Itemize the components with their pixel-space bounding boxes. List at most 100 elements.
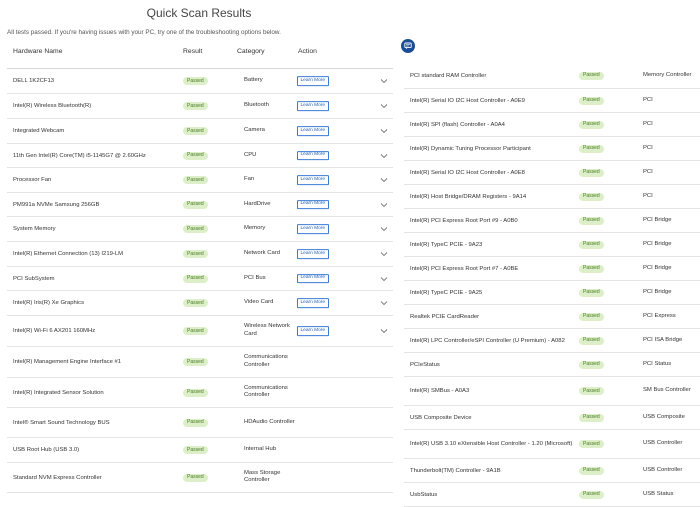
chevron-down-icon[interactable] xyxy=(380,226,388,232)
page-subtitle: All tests passed. If you're having issue… xyxy=(7,29,281,36)
table-row: Intel(R) SMBus - A0A3 Passed SM Bus Contro… xyxy=(404,377,700,406)
learn-more-button[interactable]: Learn More xyxy=(297,76,329,86)
chevron-down-icon[interactable] xyxy=(380,300,388,306)
category-label: PCI Bridge xyxy=(643,288,672,295)
status-badge: Passed xyxy=(183,388,208,397)
status-badge: Passed xyxy=(579,240,604,249)
category-label: Video Card xyxy=(244,299,274,306)
table-row: Intel(R) Wi-Fi 6 AX201 160MHz Passed Wirel… xyxy=(7,316,393,347)
status-badge: Passed xyxy=(579,288,604,297)
hardware-name: Intel(R) Serial IO I2C Host Controller -… xyxy=(410,169,525,176)
chevron-down-icon[interactable] xyxy=(380,153,388,159)
hardware-name: Intel(R) Dynamic Tuning Processor Partic… xyxy=(410,145,531,152)
table-row: PCIeStatus Passed PCI Status xyxy=(404,353,700,377)
table-row: Intel® Smart Sound Technology BUS Passed H… xyxy=(7,408,393,438)
category-label: USB Controller xyxy=(643,440,683,447)
table-row: PM991a NVMe Samsung 256GB Passed HardDrive… xyxy=(7,193,393,217)
table-row: Intel(R) USB 3.10 eXtensible Host Contro… xyxy=(404,430,700,459)
category-label: Communications Controller xyxy=(244,384,288,399)
chevron-down-icon[interactable] xyxy=(380,276,388,282)
table-row: Processor Fan Passed Fan Learn More xyxy=(7,168,393,193)
hardware-name: DELL 1K2CF13 xyxy=(13,78,55,84)
status-badge: Passed xyxy=(579,312,604,321)
table-row: 11th Gen Intel(R) Core(TM) i5-1145G7 @ 2… xyxy=(7,144,393,168)
table-row: USB Root Hub (USB 3.0) Passed Internal Hub xyxy=(7,438,393,463)
table-row: USB Composite Device Passed USB Composite xyxy=(404,406,700,430)
learn-more-button[interactable]: Learn More xyxy=(297,224,329,234)
table-row: Intel(R) Serial IO I2C Host Controller -… xyxy=(404,89,700,113)
status-badge: Passed xyxy=(183,446,208,454)
status-badge: Passed xyxy=(183,200,208,209)
table-row: Intel(R) LPC Controller/eSPI Controller … xyxy=(404,329,700,353)
hardware-name: Intel(R) Wireless Bluetooth(R) xyxy=(13,103,92,109)
page-title: Quick Scan Results xyxy=(146,6,252,20)
status-badge: Passed xyxy=(183,327,208,335)
hardware-name: USB Root Hub (USB 3.0) xyxy=(13,447,80,453)
category-label: CPU xyxy=(244,151,257,158)
category-label: USB Status xyxy=(643,490,674,497)
table-row: Intel(R) PCI Express Root Port #9 - A0B0… xyxy=(404,209,700,233)
table-row: DELL 1K2CF13 Passed Battery Learn More xyxy=(7,69,393,94)
learn-more-button[interactable]: Learn More xyxy=(297,298,329,308)
learn-more-button[interactable]: Learn More xyxy=(297,199,329,210)
hardware-name: Thunderbolt(TM) Controller - 9A1B xyxy=(410,467,501,474)
category-label: PCI xyxy=(643,120,653,127)
hardware-name: PCI SubSystem xyxy=(13,275,55,282)
status-badge: Passed xyxy=(183,358,208,366)
chevron-down-icon[interactable] xyxy=(380,78,388,84)
category-label: PCI Bridge xyxy=(643,240,672,247)
category-label: PCI xyxy=(643,168,653,175)
table-row: UsbStatus Passed USB Status xyxy=(404,483,700,507)
hardware-name: Intel(R) PCI Express Root Port #9 - A0B0 xyxy=(410,217,518,224)
left-rows: DELL 1K2CF13 Passed Battery Learn More Intel… xyxy=(7,69,393,493)
status-badge: Passed xyxy=(579,144,604,153)
learn-more-button[interactable]: Learn More xyxy=(297,101,329,111)
category-label: PCI Status xyxy=(643,360,672,367)
header-category: Category xyxy=(237,48,265,55)
hardware-name: Intel(R) Ethernet Connection (13) I219-L… xyxy=(13,251,124,257)
hardware-name: Intel(R) USB 3.10 eXtensible Host Contro… xyxy=(410,441,573,447)
chat-icon xyxy=(404,42,412,50)
hardware-name: Intel(R) Iris(R) Xe Graphics xyxy=(13,300,85,306)
table-row: PCI standard RAM Controller Passed Memory … xyxy=(404,63,700,89)
learn-more-button[interactable]: Learn More xyxy=(297,249,329,259)
table-row: PCI SubSystem Passed PCI Bus Learn More xyxy=(7,267,393,291)
hardware-name: Intel(R) Integrated Sensor Solution xyxy=(13,389,104,396)
hardware-name: 11th Gen Intel(R) Core(TM) i5-1145G7 @ 2… xyxy=(13,152,146,159)
status-badge: Passed xyxy=(183,151,208,160)
learn-more-button[interactable]: Learn More xyxy=(297,150,329,161)
results-table-left: Hardware Name Result Category Action DEL… xyxy=(7,41,393,493)
learn-more-button[interactable]: Learn More xyxy=(297,326,329,336)
chevron-down-icon[interactable] xyxy=(380,177,388,183)
status-badge: Passed xyxy=(579,216,604,225)
table-row: Intel(R) Dynamic Tuning Processor Partic… xyxy=(404,137,700,161)
hardware-name: Intel(R) Management Engine Interface #1 xyxy=(13,359,122,365)
status-badge: Passed xyxy=(579,71,604,80)
status-badge: Passed xyxy=(183,176,208,184)
chevron-down-icon[interactable] xyxy=(380,128,388,134)
category-label: Battery xyxy=(244,77,263,84)
hardware-name: UsbStatus xyxy=(410,491,438,498)
category-label: Memory xyxy=(244,225,266,232)
hardware-name: USB Composite Device xyxy=(410,414,472,421)
chevron-down-icon[interactable] xyxy=(380,251,388,257)
category-label: USB Composite xyxy=(643,413,685,420)
chevron-down-icon[interactable] xyxy=(380,103,388,109)
hardware-name: Intel(R) TypeC PCIE - 9A25 xyxy=(410,289,483,296)
hardware-name: System Memory xyxy=(13,226,56,232)
chevron-down-icon[interactable] xyxy=(380,202,388,208)
category-label: HardDrive xyxy=(244,200,271,207)
table-row: Standard NVM Express Controller Passed Mas… xyxy=(7,463,393,493)
hardware-name: PCI standard RAM Controller xyxy=(410,72,487,79)
feedback-button[interactable] xyxy=(401,39,415,53)
category-label: SM Bus Controller xyxy=(643,387,691,394)
status-badge: Passed xyxy=(579,168,604,177)
learn-more-button[interactable]: Learn More xyxy=(297,273,329,284)
chevron-down-icon[interactable] xyxy=(380,328,388,334)
learn-more-button[interactable]: Learn More xyxy=(297,126,329,136)
hardware-name: Intel(R) SPI (flash) Controller - A0A4 xyxy=(410,121,505,128)
learn-more-button[interactable]: Learn More xyxy=(297,175,329,185)
table-row: System Memory Passed Memory Learn More xyxy=(7,217,393,242)
hardware-name: Intel(R) LPC Controller/eSPI Controller … xyxy=(410,337,565,344)
status-badge: Passed xyxy=(579,336,604,345)
